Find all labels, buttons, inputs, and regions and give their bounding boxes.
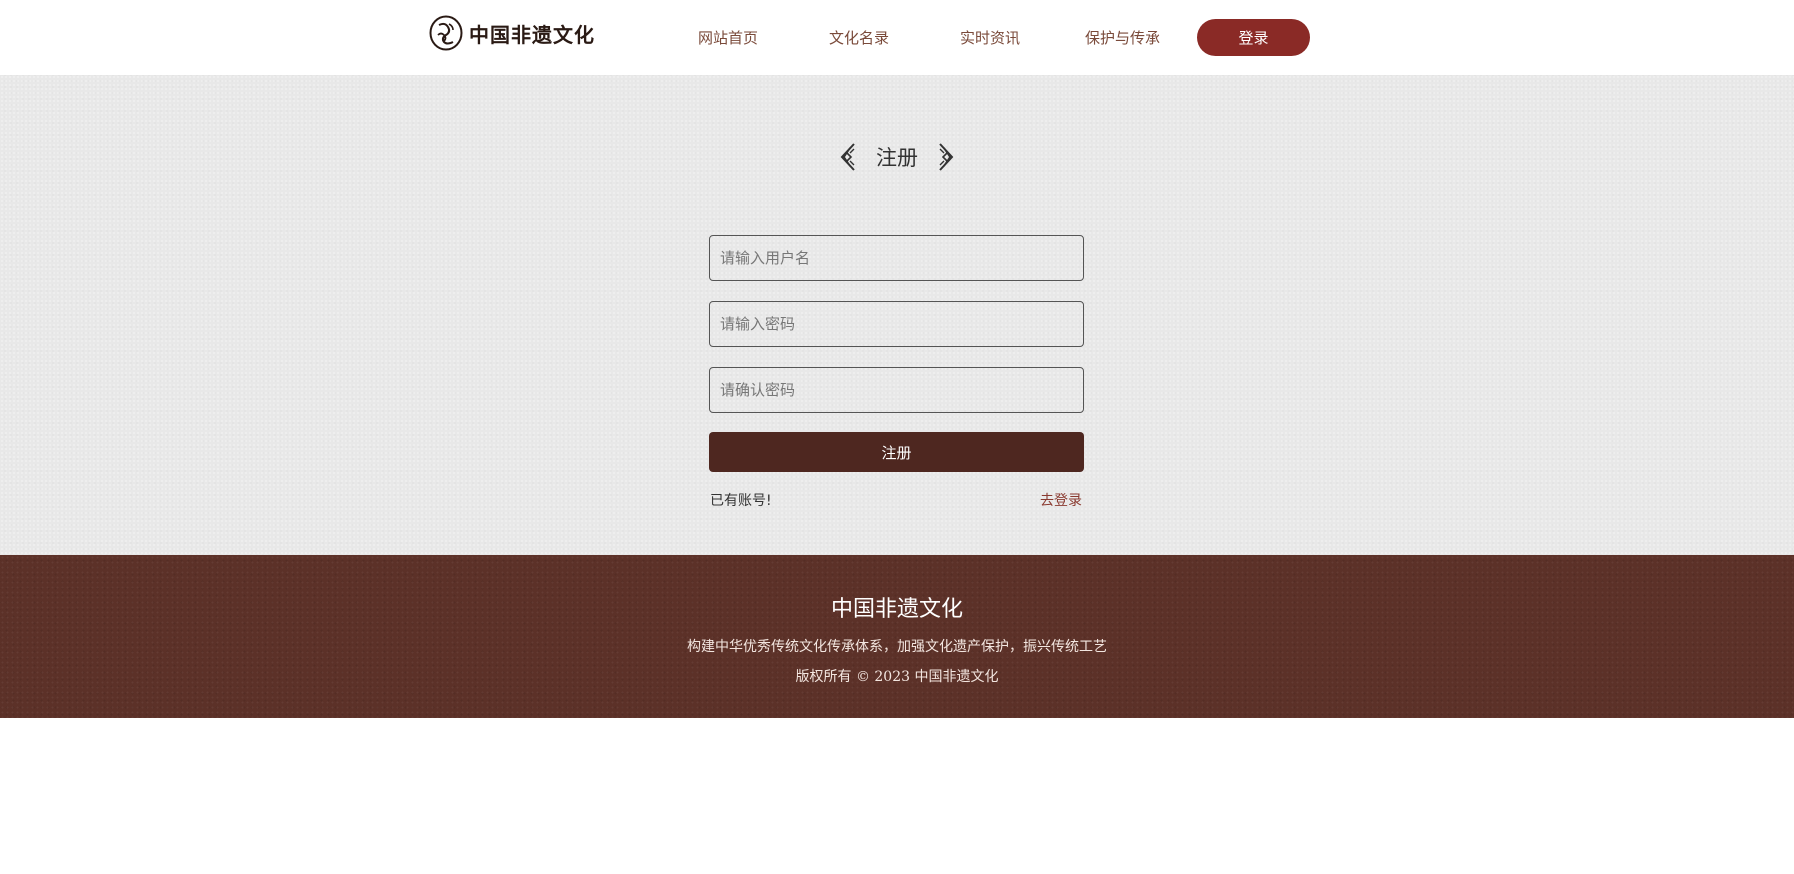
register-submit-button[interactable]: 注册	[709, 432, 1084, 472]
password-input[interactable]	[709, 301, 1084, 347]
go-login-link[interactable]: 去登录	[1040, 490, 1082, 510]
nav-item-home[interactable]: 网站首页	[698, 27, 758, 48]
username-input[interactable]	[709, 235, 1084, 281]
confirm-password-input[interactable]	[709, 367, 1084, 413]
register-section: 注册 注册 已有账号! 去登录	[0, 75, 1794, 555]
register-title: 注册	[876, 146, 918, 170]
brand-name: 中国非遗文化	[469, 22, 595, 47]
login-button[interactable]: 登录	[1197, 19, 1310, 56]
footer-slogan: 构建中华优秀传统文化传承体系，加强文化遗产保护，振兴传统工艺	[687, 639, 1107, 655]
site-footer: 中国非遗文化 构建中华优秀传统文化传承体系，加强文化遗产保护，振兴传统工艺 版权…	[0, 555, 1794, 718]
footer-title: 中国非遗文化	[830, 597, 963, 622]
seal-icon	[429, 15, 463, 51]
has-account-text: 已有账号!	[710, 493, 772, 509]
nav-item-news[interactable]: 实时资讯	[960, 27, 1020, 48]
footer-copyright: 版权所有 © 2023 中国非遗文化	[795, 669, 999, 685]
nav-item-protection[interactable]: 保护与传承	[1085, 27, 1160, 48]
lattice-ornament-right-icon	[939, 143, 954, 171]
register-title-row: 注册	[0, 141, 1794, 173]
nav-item-culture-list[interactable]: 文化名录	[829, 27, 889, 48]
lattice-ornament-left-icon	[840, 143, 855, 171]
site-header: 中国非遗文化 网站首页 文化名录 实时资讯 保护与传承 登录	[0, 0, 1794, 75]
site-logo[interactable]: 中国非遗文化	[429, 13, 595, 53]
